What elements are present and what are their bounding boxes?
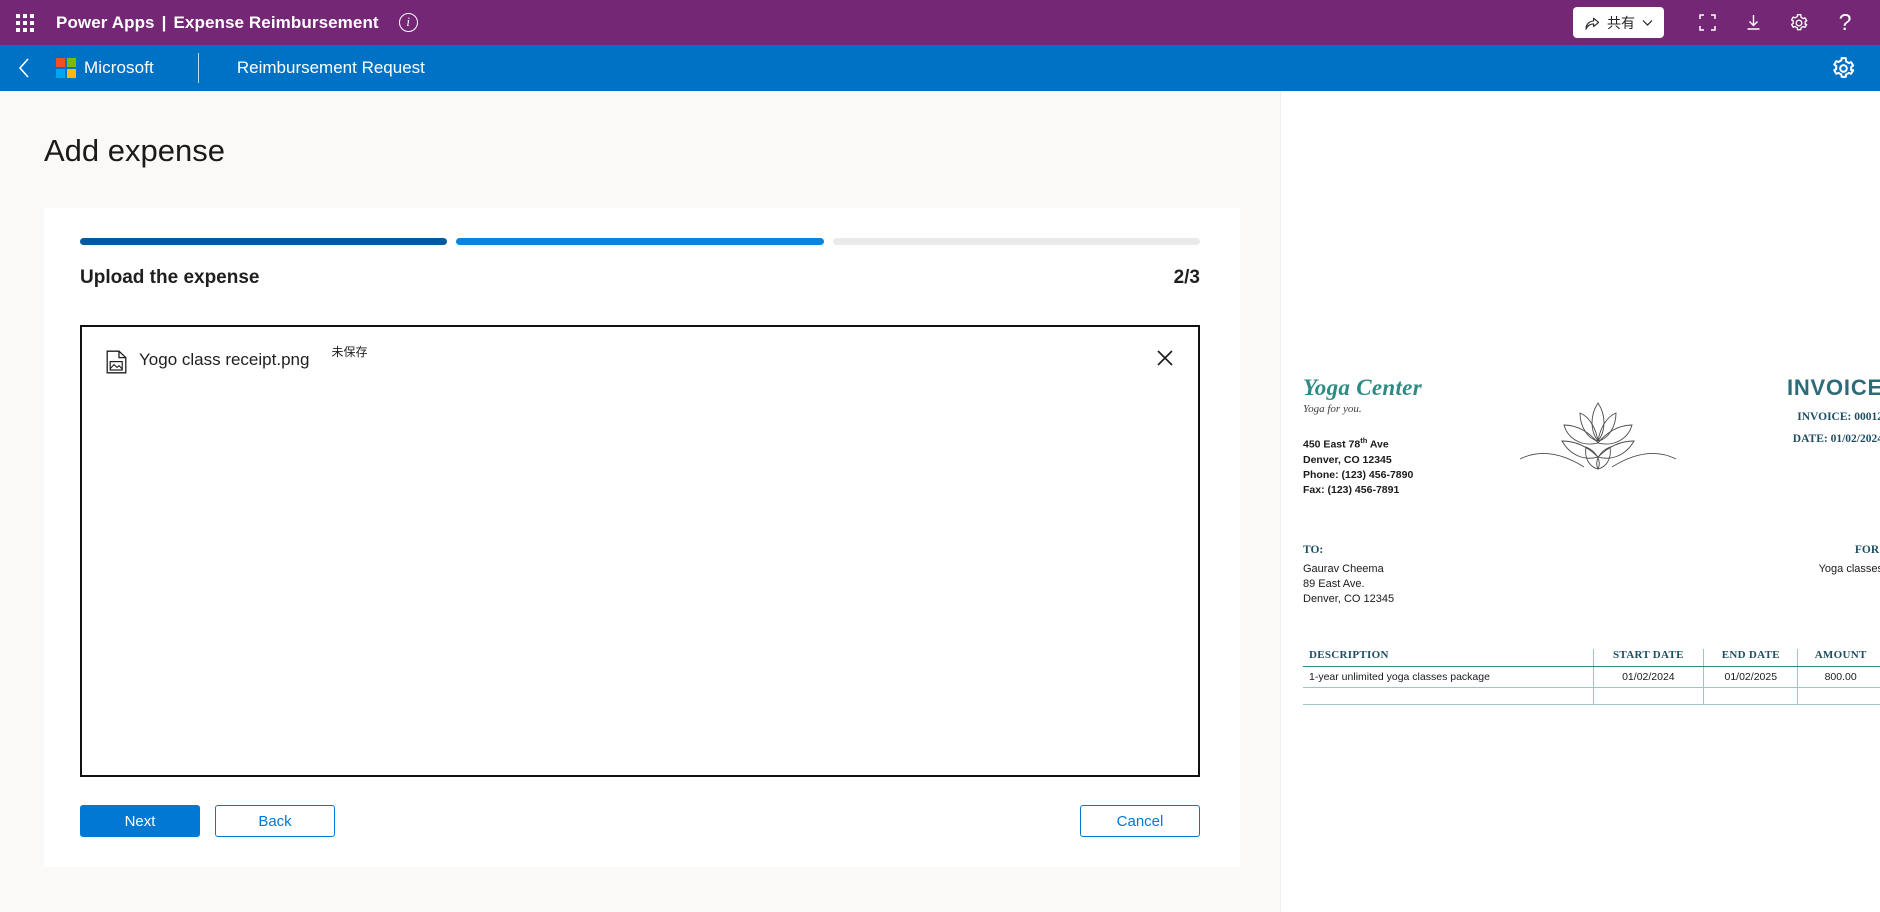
progress-bar bbox=[80, 238, 1200, 245]
invoice-heading: INVOICE bbox=[1786, 375, 1880, 400]
invoice-line-items-table: DESCRIPTION START DATE END DATE AMOUNT 1… bbox=[1303, 649, 1880, 705]
application-bar: Microsoft Reimbursement Request bbox=[0, 45, 1880, 91]
upload-dropzone[interactable]: Yogo class receipt.png 未保存 bbox=[80, 325, 1200, 777]
for-label: FOR: bbox=[1854, 544, 1880, 556]
invoice-date: DATE: 01/02/2024 bbox=[1792, 433, 1880, 445]
cell-end-date bbox=[1703, 687, 1798, 705]
sender-phone: Phone: (123) 456-7890 bbox=[1303, 468, 1414, 481]
invoice-for: FOR: Yoga classes bbox=[1819, 544, 1880, 607]
invoice-bill-to: TO: Gaurav Cheema 89 East Ave. Denver, C… bbox=[1303, 544, 1563, 607]
powerapps-app-name: Power Apps bbox=[56, 12, 155, 32]
sender-street-pre: 450 East 78 bbox=[1303, 438, 1361, 451]
app-bar-title: Reimbursement Request bbox=[236, 58, 425, 77]
sender-fax: Fax: (123) 456-7891 bbox=[1303, 483, 1400, 496]
invoice-table-header-row: DESCRIPTION START DATE END DATE AMOUNT bbox=[1303, 649, 1880, 667]
column-header-end-date: END DATE bbox=[1703, 649, 1798, 667]
powerapps-top-bar: Power Apps | Expense Reimbursement i 共有 bbox=[0, 0, 1880, 45]
cell-amount: 800.00 bbox=[1797, 666, 1880, 688]
fullscreen-button[interactable] bbox=[1686, 2, 1728, 44]
bill-to-name: Gaurav Cheema bbox=[1303, 563, 1384, 575]
uploaded-file-name: Yogo class receipt.png bbox=[139, 350, 310, 369]
cell-description bbox=[1303, 687, 1593, 705]
bill-to-street: 89 East Ave. bbox=[1303, 578, 1365, 590]
cancel-button[interactable]: Cancel bbox=[1080, 805, 1200, 837]
progress-segment-2 bbox=[456, 238, 824, 245]
close-icon bbox=[1157, 350, 1173, 366]
column-header-description: DESCRIPTION bbox=[1303, 649, 1593, 667]
chevron-down-icon bbox=[1642, 19, 1653, 26]
help-icon: ? bbox=[1838, 9, 1852, 35]
column-header-start-date: START DATE bbox=[1592, 649, 1704, 667]
page-title: Add expense bbox=[44, 133, 225, 168]
body-split: Add expense Upload the expense 2/3 Yogo … bbox=[0, 91, 1880, 912]
title-separator: | bbox=[161, 12, 167, 32]
invoice-brand-name: Yoga Center bbox=[1303, 375, 1422, 400]
bill-to-label: TO: bbox=[1303, 544, 1324, 556]
for-value: Yoga classes bbox=[1818, 563, 1880, 575]
microsoft-logo-icon bbox=[56, 58, 76, 78]
invoice-meta-block: INVOICE INVOICE: 00012 DATE: 01/02/2024 bbox=[1787, 375, 1880, 445]
step-counter: 2/3 bbox=[1173, 267, 1200, 288]
top-bar-actions: 共有 ? bbox=[1573, 2, 1866, 44]
cell-description: 1-year unlimited yoga classes package bbox=[1303, 666, 1593, 688]
unsaved-status-tag: 未保存 bbox=[331, 345, 368, 359]
remove-file-button[interactable] bbox=[1152, 345, 1178, 371]
fullscreen-icon bbox=[1698, 14, 1716, 31]
chevron-left-icon bbox=[18, 58, 29, 78]
help-button[interactable]: ? bbox=[1824, 2, 1866, 44]
step-header: Upload the expense 2/3 bbox=[80, 267, 1200, 289]
share-button[interactable]: 共有 bbox=[1573, 7, 1664, 38]
cell-amount bbox=[1797, 687, 1880, 705]
table-row: 1-year unlimited yoga classes package 01… bbox=[1303, 666, 1880, 688]
next-button[interactable]: Next bbox=[80, 805, 200, 837]
settings-button[interactable] bbox=[1778, 2, 1820, 44]
info-icon[interactable]: i bbox=[398, 13, 418, 32]
app-settings-button[interactable] bbox=[1822, 47, 1864, 89]
image-file-icon bbox=[106, 350, 127, 379]
invoice-brand-block: Yoga Center Yoga for you. 450 East 78th … bbox=[1303, 375, 1518, 498]
lotus-illustration bbox=[1518, 375, 1678, 498]
wizard-actions: Next Back Cancel bbox=[80, 805, 1200, 837]
form-pane: Add expense Upload the expense 2/3 Yogo … bbox=[0, 91, 1280, 912]
invoice-number: INVOICE: 00012 bbox=[1797, 411, 1880, 423]
step-label: Upload the expense bbox=[80, 267, 260, 288]
wizard-card: Upload the expense 2/3 Yogo class receip… bbox=[44, 208, 1240, 867]
download-icon bbox=[1747, 15, 1759, 30]
invoice-header: Yoga Center Yoga for you. 450 East 78th … bbox=[1303, 375, 1880, 498]
sender-street-post: Ave bbox=[1367, 438, 1389, 451]
microsoft-wordmark: Microsoft bbox=[84, 58, 154, 77]
gear-icon bbox=[1790, 13, 1808, 30]
share-icon bbox=[1585, 17, 1600, 30]
app-bar-actions bbox=[1822, 47, 1864, 89]
back-button-wizard[interactable]: Back bbox=[215, 805, 335, 837]
cell-start-date: 01/02/2024 bbox=[1592, 666, 1704, 688]
bill-to-city: Denver, CO 12345 bbox=[1303, 593, 1395, 605]
table-row bbox=[1303, 687, 1880, 705]
app-launcher-icon[interactable] bbox=[8, 6, 42, 40]
receipt-preview-pane: Yoga Center Yoga for you. 450 East 78th … bbox=[1280, 91, 1880, 912]
cell-end-date: 01/02/2025 bbox=[1703, 666, 1798, 688]
invoice-sender-address: 450 East 78th Ave Denver, CO 12345 Phone… bbox=[1303, 433, 1518, 498]
sender-street-line: 450 East 78th Ave bbox=[1303, 433, 1518, 453]
invoice-document: Yoga Center Yoga for you. 450 East 78th … bbox=[1303, 375, 1880, 705]
app-bar-divider bbox=[197, 53, 199, 83]
sender-city: Denver, CO 12345 bbox=[1303, 453, 1392, 466]
back-button[interactable] bbox=[10, 53, 40, 83]
cell-start-date bbox=[1592, 687, 1704, 705]
gear-icon bbox=[1832, 56, 1854, 78]
column-header-amount: AMOUNT bbox=[1797, 649, 1880, 667]
share-label: 共有 bbox=[1607, 14, 1635, 31]
powerapps-title-group: Power Apps | Expense Reimbursement bbox=[56, 13, 379, 33]
uploaded-file-row: Yogo class receipt.png 未保存 bbox=[106, 345, 1174, 379]
download-button[interactable] bbox=[1732, 2, 1774, 44]
invoice-parties: TO: Gaurav Cheema 89 East Ave. Denver, C… bbox=[1303, 544, 1880, 607]
progress-segment-1 bbox=[80, 238, 448, 245]
microsoft-logo[interactable]: Microsoft bbox=[56, 58, 154, 78]
invoice-tagline: Yoga for you. bbox=[1303, 403, 1362, 416]
document-title: Expense Reimbursement bbox=[173, 12, 379, 32]
progress-segment-3 bbox=[832, 238, 1200, 245]
